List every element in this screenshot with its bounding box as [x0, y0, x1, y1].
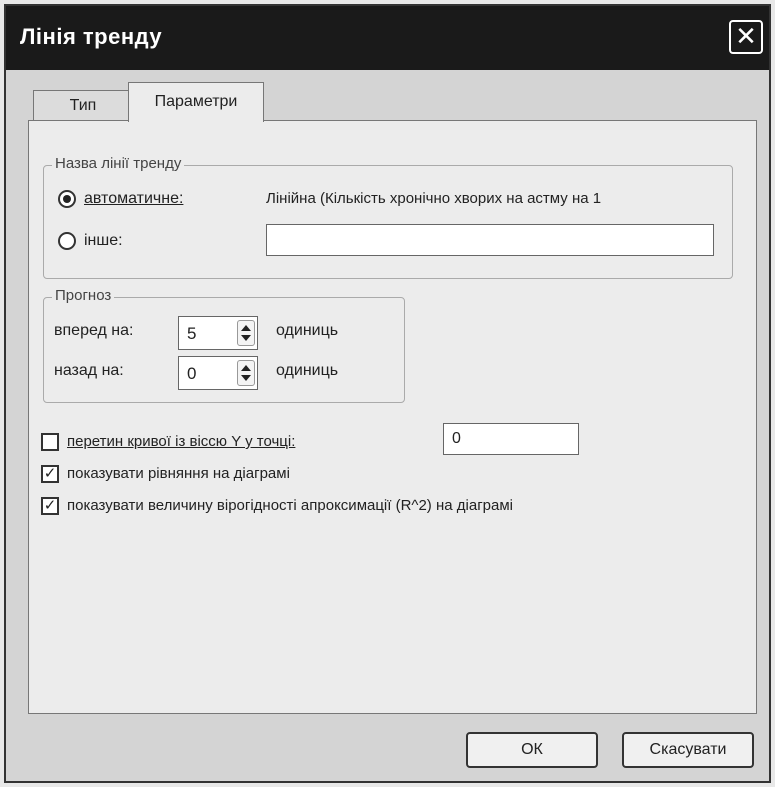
automatic-name-value: Лінійна (Кількість хронічно хворих на ас…: [266, 190, 602, 207]
show-r2-label[interactable]: показувати величину вірогідності апрокси…: [67, 497, 513, 514]
tab-type[interactable]: Тип: [33, 90, 133, 120]
tab-type-label: Тип: [69, 97, 97, 114]
forecast-backward-label: назад на:: [54, 362, 124, 379]
title-bar[interactable]: Лінія тренду ✕: [6, 6, 769, 70]
forecast-forward-units: одиниць: [276, 322, 339, 339]
trendline-name-group: Назва лінії тренду автоматичне: Лінійна …: [43, 155, 733, 279]
spin-down-icon[interactable]: [241, 375, 251, 381]
close-button[interactable]: ✕: [729, 20, 763, 54]
forecast-backward-spinner[interactable]: 0: [178, 356, 258, 390]
custom-name-radio[interactable]: [58, 232, 76, 250]
forecast-backward-value[interactable]: 0: [187, 364, 196, 384]
automatic-name-label[interactable]: автоматичне:: [84, 190, 183, 208]
forecast-group: Прогноз вперед на: 5 одиниць назад на: 0…: [43, 287, 405, 403]
forecast-backward-units: одиниць: [276, 362, 339, 379]
show-equation-label[interactable]: показувати рівняння на діаграмі: [67, 465, 290, 482]
spin-down-icon[interactable]: [241, 335, 251, 341]
parameters-panel: Назва лінії тренду автоматичне: Лінійна …: [28, 120, 757, 714]
tab-parameters-label: Параметри: [154, 93, 238, 110]
trendline-name-legend: Назва лінії тренду: [52, 155, 185, 172]
trendline-dialog: Лінія тренду ✕ Тип Параметри Назва лінії…: [4, 4, 771, 783]
forecast-backward-spin-buttons[interactable]: [237, 360, 255, 386]
forecast-forward-spinner[interactable]: 5: [178, 316, 258, 350]
close-icon: ✕: [735, 21, 757, 51]
forecast-forward-spin-buttons[interactable]: [237, 320, 255, 346]
show-r2-checkbox[interactable]: ✓: [41, 497, 59, 515]
show-equation-checkbox[interactable]: ✓: [41, 465, 59, 483]
ok-button[interactable]: ОК: [466, 732, 598, 768]
dialog-title: Лінія тренду: [20, 24, 163, 49]
spin-up-icon[interactable]: [241, 325, 251, 331]
forecast-forward-value[interactable]: 5: [187, 324, 196, 344]
intercept-input[interactable]: 0: [443, 423, 579, 455]
intercept-label[interactable]: перетин кривої із віссю Y у точці:: [67, 433, 295, 450]
forecast-forward-label: вперед на:: [54, 322, 134, 339]
custom-name-input[interactable]: [266, 224, 714, 256]
spin-up-icon[interactable]: [241, 365, 251, 371]
intercept-checkbox[interactable]: [41, 433, 59, 451]
tab-parameters[interactable]: Параметри: [128, 82, 264, 122]
forecast-legend: Прогноз: [52, 287, 115, 304]
automatic-name-radio[interactable]: [58, 190, 76, 208]
custom-name-label[interactable]: інше:: [84, 232, 123, 250]
cancel-button[interactable]: Скасувати: [622, 732, 754, 768]
